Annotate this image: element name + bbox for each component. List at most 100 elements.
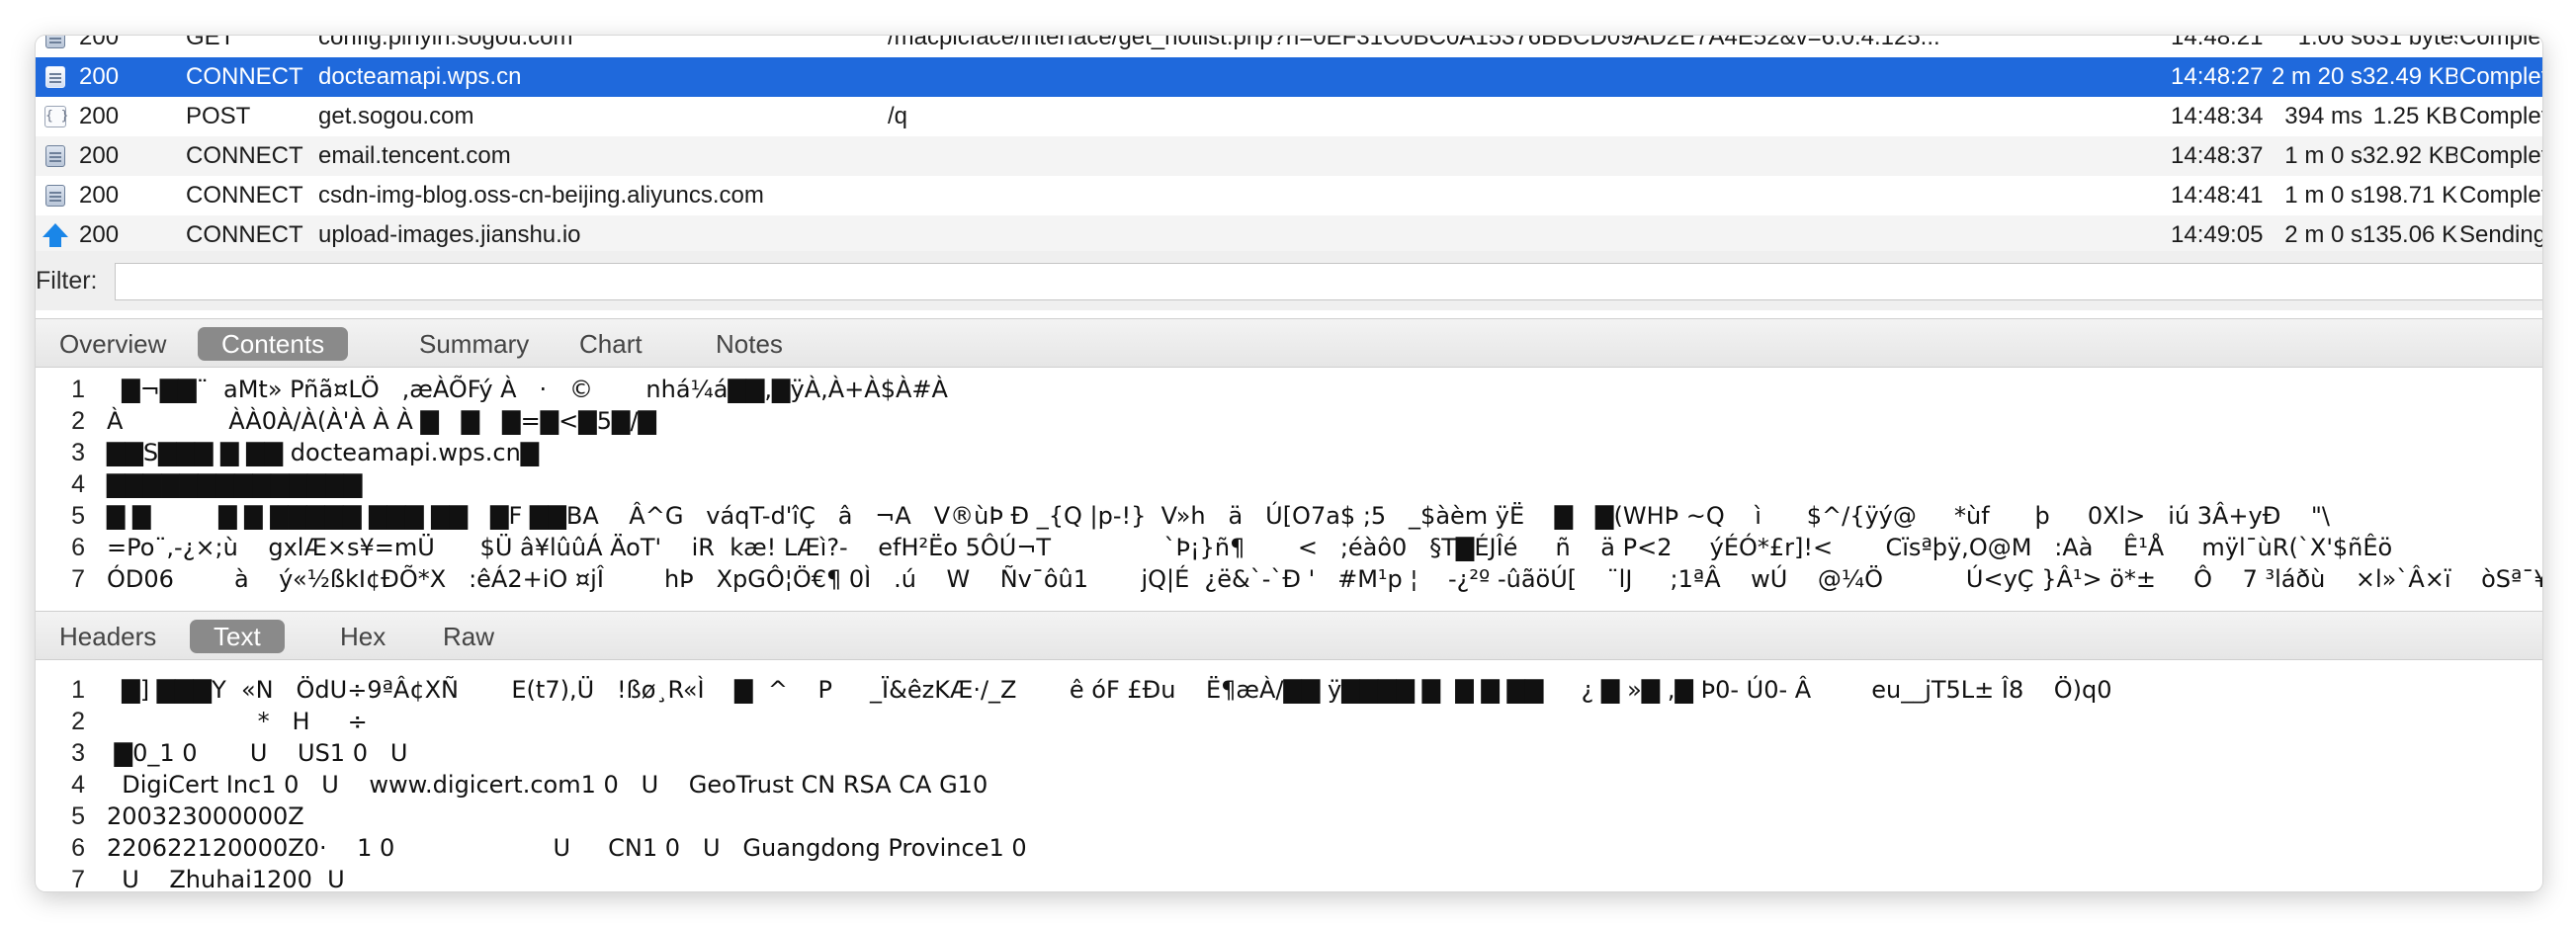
doc-icon (45, 145, 65, 167)
response-tabbar: Headers Text Hex Raw (36, 611, 2542, 660)
code-line: 2 * H ÷ (36, 706, 2542, 737)
host-cell: csdn-img-blog.oss-cn-beijing.aliyuncs.co… (318, 182, 764, 209)
host-cell: email.tencent.com (318, 142, 511, 169)
inspector-tabbar: Overview Contents Summary Chart Notes (36, 318, 2542, 368)
doc-icon (45, 66, 65, 88)
code-line: 5 200323000000Z (36, 801, 2542, 832)
line-number: 6 (71, 534, 85, 561)
host-cell: get.sogou.com (318, 103, 474, 129)
line-number: 4 (71, 470, 85, 498)
duration-cell: 1 m 0 s (2284, 182, 2362, 209)
line-text: À ÀÀ0À/À(À'À À À ▇ ▇ ▇=▇<▇5▇/▇ (107, 407, 656, 435)
line-text: ▇¬▇▇¨ aMt» Pñã¤LÖ ,æÀÕFý À · © nhá¼á▇▇,▇… (107, 376, 948, 403)
host-cell: config.pinyin.sogou.com (318, 36, 573, 50)
line-number: 6 (71, 834, 85, 862)
line-text: 200323000000Z (107, 802, 304, 830)
tab-chart[interactable]: Chart (556, 327, 666, 361)
line-text: ▇0_1 0 U US1 0 U (107, 739, 408, 767)
line-text: * H ÷ (107, 708, 368, 735)
request-row[interactable]: 200 CONNECT email.tencent.com 14:48:37 1 m 0… (36, 136, 2542, 176)
json-icon: { } (44, 106, 68, 127)
upload-arrow-icon (43, 223, 68, 247)
status-code-cell: 200 (79, 142, 120, 169)
duration-cell: 2 m 0 s (2284, 221, 2362, 248)
path-cell: /macpicface/interface/get_hotlist.php?h=… (888, 36, 1940, 50)
request-row[interactable]: { } 200 POST get.sogou.com/q 14:48:34 394 ms 1… (36, 97, 2542, 136)
line-number: 3 (71, 739, 85, 767)
line-text: 220622120000Z0· 1 0 U CN1 0 U Guangdong … (107, 834, 1027, 862)
line-number: 4 (71, 771, 85, 799)
request-type-cell (36, 57, 75, 97)
size-cell: 631 bytes (2362, 36, 2457, 50)
status-code-cell: 200 (79, 182, 120, 209)
host-cell: docteamapi.wps.cn (318, 63, 522, 90)
state-cell: Complete (2459, 36, 2542, 50)
code-line: 4 ▇▇▇▇▇▇▇▇▇▇▇▇▇▇ (36, 468, 2542, 500)
line-text: ▇ ▇ ▇ ▇ ▇▇▇▇▇ ▇▇▇ ▇▇ ▇F ▇▇BA Â^G váqT-d'… (107, 502, 2330, 530)
path-cell: /q (888, 103, 908, 129)
line-number: 3 (71, 439, 85, 466)
filter-input[interactable] (115, 263, 2542, 300)
state-cell: Complete (2459, 103, 2542, 129)
request-type-cell (36, 215, 75, 251)
tab-raw[interactable]: Raw (419, 620, 518, 653)
doc-icon (45, 185, 65, 207)
size-cell: 198.71 KB (2362, 182, 2457, 209)
response-text-pane[interactable]: 1 ▇] ▇▇▇Y «N ÖdU÷9ªÂ¢XÑ E(t7),Ü !ßø¸R«Ì … (36, 660, 2542, 891)
host-cell: upload-images.jianshu.io (318, 221, 581, 248)
tab-summary[interactable]: Summary (395, 327, 553, 361)
line-number: 2 (71, 708, 85, 735)
duration-cell: 1.06 s (2297, 36, 2362, 50)
duration-cell: 2 m 20 s (2271, 63, 2362, 90)
tab-text[interactable]: Text (190, 620, 285, 653)
request-row[interactable]: 200 CONNECT docteamapi.wps.cn 14:48:27 2 m 2… (36, 57, 2542, 97)
request-type-cell (36, 176, 75, 215)
request-type-cell (36, 36, 75, 57)
tab-hex[interactable]: Hex (316, 620, 409, 653)
line-number: 1 (71, 676, 85, 704)
size-cell: 1.25 KB (2372, 103, 2457, 129)
line-text: ▇] ▇▇▇Y «N ÖdU÷9ªÂ¢XÑ E(t7),Ü !ßø¸R«Ì ▇ … (107, 676, 2112, 704)
tab-notes[interactable]: Notes (692, 327, 807, 361)
code-line: 7 ÓD06 à ý«½ßkI¢ÐÕ*X :êÁ2+iO ¤jÎ hÞ XpGÔ¦… (36, 563, 2542, 595)
filter-bar: Filter: (36, 251, 2542, 310)
request-row[interactable]: 200 GET config.pinyin.sogou.com/macpicface… (36, 36, 2542, 57)
line-number: 5 (71, 802, 85, 830)
duration-cell: 394 ms (2284, 103, 2362, 129)
duration-cell: 1 m 0 s (2284, 142, 2362, 169)
path-cell (888, 136, 2074, 176)
request-row[interactable]: 200 CONNECT csdn-img-blog.oss-cn-beijing.a… (36, 176, 2542, 215)
size-cell: 32.49 KB (2362, 63, 2457, 90)
status-code-cell: 200 (79, 63, 120, 90)
size-cell: 32.92 KB (2362, 142, 2457, 169)
contents-pane[interactable]: 1 ▇¬▇▇¨ aMt» Pñã¤LÖ ,æÀÕFý À · © nhá¼á▇▇… (36, 368, 2542, 611)
tab-contents[interactable]: Contents (198, 327, 349, 361)
line-number: 2 (71, 407, 85, 435)
code-line: 6 220622120000Z0· 1 0 U CN1 0 U Guangdong… (36, 832, 2542, 864)
line-number: 1 (71, 376, 85, 403)
line-text: U Zhuhai1200 U (107, 866, 345, 891)
doc-icon (45, 36, 65, 48)
code-line: 1 ▇¬▇▇¨ aMt» Pñã¤LÖ ,æÀÕFý À · © nhá¼á▇▇… (36, 374, 2542, 405)
filter-label: Filter: (36, 267, 98, 295)
request-row[interactable]: 200 CONNECT upload-images.jianshu.io 14:49:… (36, 215, 2542, 251)
state-cell: Complete (2459, 142, 2542, 169)
code-line: 6 =Po¨,-¿×;ù gxlÆ×s¥=mÜ $Ü â¥lûûÁ ÄoT' iR… (36, 532, 2542, 563)
tab-overview[interactable]: Overview (36, 327, 190, 361)
line-text: ▇▇▇▇▇▇▇▇▇▇▇▇▇▇ (107, 470, 363, 498)
path-cell (888, 176, 2074, 215)
code-line: 1 ▇] ▇▇▇Y «N ÖdU÷9ªÂ¢XÑ E(t7),Ü !ßø¸R«Ì … (36, 674, 2542, 706)
app-window: 200 GET config.pinyin.sogou.com/macpicface… (36, 36, 2542, 891)
request-type-cell: { } (36, 97, 75, 136)
request-type-cell (36, 136, 75, 176)
size-cell: 135.06 KB (2362, 221, 2457, 248)
state-cell: Complete (2459, 182, 2542, 209)
path-cell (888, 215, 2074, 251)
request-table[interactable]: 200 GET config.pinyin.sogou.com/macpicface… (36, 36, 2542, 251)
line-number: 7 (71, 565, 85, 593)
state-cell: Sending re (2459, 221, 2542, 248)
status-code-cell: 200 (79, 36, 120, 50)
code-line: 5 ▇ ▇ ▇ ▇ ▇▇▇▇▇ ▇▇▇ ▇▇ ▇F ▇▇BA Â^G váqT-d… (36, 500, 2542, 532)
line-text: ▇▇S▇▇▇ ▇ ▇▇ docteamapi.wps.cn▇ (107, 439, 540, 466)
tab-headers[interactable]: Headers (36, 620, 180, 653)
